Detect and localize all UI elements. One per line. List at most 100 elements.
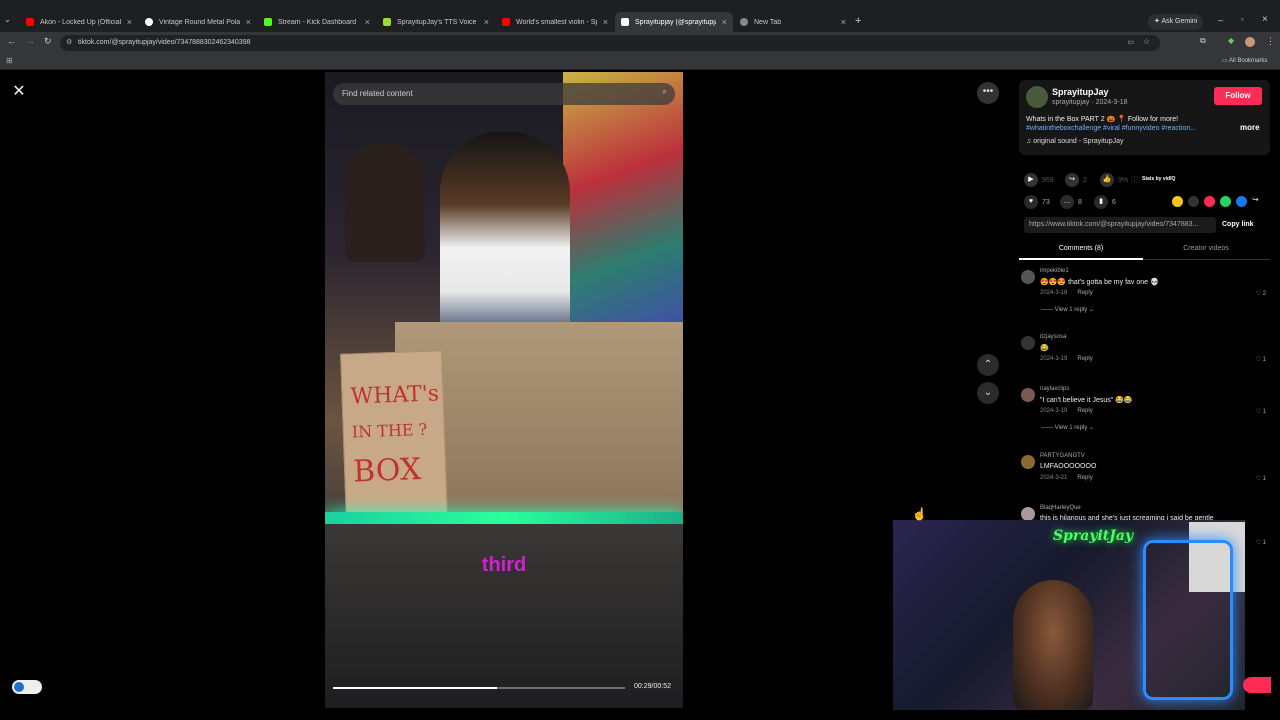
close-icon[interactable]: ✕ xyxy=(9,82,29,102)
next-video-icon[interactable]: ⌄ xyxy=(977,382,999,404)
share-friends-icon[interactable] xyxy=(1204,196,1215,207)
comment-like[interactable]: ♡ 2 xyxy=(1256,290,1266,297)
comment-like[interactable]: ♡ 1 xyxy=(1256,539,1266,546)
new-tab-button[interactable]: + xyxy=(855,15,861,27)
menu-icon[interactable]: ⋮ xyxy=(1266,36,1275,47)
video-player[interactable]: WHAT's IN THE ? BOX third xyxy=(325,72,683,708)
close-tab-icon[interactable]: × xyxy=(484,17,489,27)
search-icon[interactable]: ⌕ xyxy=(663,87,667,97)
reply-button[interactable]: Reply xyxy=(1077,356,1092,362)
omnibox[interactable]: ⚙ tiktok.com/@sprayitupjay/video/7347888… xyxy=(60,35,1160,51)
commenter-avatar[interactable] xyxy=(1021,336,1035,350)
sign-line: IN THE ? xyxy=(351,419,428,442)
heart-outline-icon: ♡ xyxy=(1255,357,1263,363)
sound-link[interactable]: ♫ original sound - SprayitupJay xyxy=(1026,138,1123,145)
share-repost-icon[interactable] xyxy=(1172,196,1183,207)
forward-icon[interactable]: → xyxy=(26,36,35,46)
browser-tab[interactable]: Stream - Kick Dashboard × xyxy=(258,12,376,32)
minimize-icon[interactable]: – xyxy=(1218,15,1223,25)
reply-button[interactable]: Reply xyxy=(1077,408,1092,414)
share-embed-icon[interactable] xyxy=(1188,196,1199,207)
cast-icon[interactable]: ▭ xyxy=(1127,38,1134,46)
comment-username[interactable]: PARTYGANGTV xyxy=(1040,453,1085,459)
restore-icon[interactable]: ▫ xyxy=(1241,15,1244,24)
close-tab-icon[interactable]: × xyxy=(841,17,846,27)
play-icon: ▶ xyxy=(1024,173,1038,187)
reload-icon[interactable]: ↻ xyxy=(44,36,52,47)
comment-item: itzjaysosa 😂 2024-3-19 Reply ♡ 1 xyxy=(1019,334,1270,374)
comment-button[interactable]: … 8 xyxy=(1060,195,1082,209)
tab-comments[interactable]: Comments (8) xyxy=(1019,245,1143,252)
commenter-avatar[interactable] xyxy=(1021,455,1035,469)
ask-gemini-button[interactable]: ✦ Ask Gemini xyxy=(1148,14,1204,30)
comment-text: "I can't believe it Jesus" 😂😂 xyxy=(1040,397,1133,404)
like-button[interactable]: ♥ 73 xyxy=(1024,195,1050,209)
comment-like[interactable]: ♡ 1 xyxy=(1256,475,1266,482)
browser-tab[interactable]: Vintage Round Metal Polarized × xyxy=(139,12,257,32)
related-search-input[interactable]: Find related content ⌕ xyxy=(333,83,675,105)
close-tab-icon[interactable]: × xyxy=(246,17,251,27)
creator-handle-date: sprayitupjay · 2024-3-18 xyxy=(1052,99,1128,106)
browser-tab[interactable]: SprayitupJay's TTS Voice List | K × xyxy=(377,12,495,32)
scroll-to-top-button[interactable] xyxy=(1243,677,1271,693)
back-icon[interactable]: ← xyxy=(7,36,16,46)
video-link-field[interactable]: https://www.tiktok.com/@sprayitupjay/vid… xyxy=(1024,217,1216,233)
thumbs-up-icon: 👍 xyxy=(1100,173,1114,187)
browser-tab[interactable]: Akon - Locked Up (Official Mu × xyxy=(20,12,138,32)
toggle-knob xyxy=(14,682,24,692)
share-whatsapp-icon[interactable] xyxy=(1220,196,1231,207)
view-replies-label: View 1 reply xyxy=(1054,425,1088,431)
comment-like[interactable]: ♡ 1 xyxy=(1256,356,1266,363)
tab-creator-videos[interactable]: Creator videos xyxy=(1144,245,1268,252)
previous-video-icon[interactable]: ⌃ xyxy=(977,354,999,376)
browser-tab-active[interactable]: Sprayitupjay (@sprayitupja × xyxy=(615,12,733,32)
reply-button[interactable]: Reply xyxy=(1077,475,1092,481)
copy-link-button[interactable]: Copy link xyxy=(1222,221,1254,228)
comment-item: impekible1 😍😍😍 that's gotta be my fav on… xyxy=(1019,268,1270,328)
more-options-icon[interactable]: ••• xyxy=(977,82,999,104)
tab-list-dropdown-icon[interactable]: ⌄ xyxy=(4,15,11,24)
apps-grid-icon[interactable]: ⊞ xyxy=(6,56,13,65)
view-replies[interactable]: —— View 1 reply ⌄ xyxy=(1041,424,1094,431)
close-window-icon[interactable]: × xyxy=(1262,14,1268,25)
stats-by-vidiq[interactable]: Stats by vidIQ xyxy=(1142,176,1175,182)
comment-username[interactable]: impekible1 xyxy=(1040,268,1069,274)
commenter-avatar[interactable] xyxy=(1021,270,1035,284)
comment-username[interactable]: naylaxclips xyxy=(1040,386,1069,392)
comment-like[interactable]: ♡ 1 xyxy=(1256,408,1266,415)
creator-avatar[interactable] xyxy=(1026,86,1048,108)
commenter-avatar[interactable] xyxy=(1021,388,1035,402)
extension-icon[interactable]: ◆ xyxy=(1228,36,1234,45)
share-facebook-icon[interactable] xyxy=(1236,196,1247,207)
follow-button[interactable]: Follow xyxy=(1214,87,1262,105)
commenter-avatar[interactable] xyxy=(1021,507,1035,521)
accessibility-toggle[interactable] xyxy=(12,680,42,694)
bookmark-star-icon[interactable]: ☆ xyxy=(1143,37,1150,46)
close-tab-icon[interactable]: × xyxy=(127,17,132,27)
close-tab-icon[interactable]: × xyxy=(365,17,370,27)
site-info-icon[interactable]: ⚙ xyxy=(66,38,72,46)
extensions-icon[interactable]: ⧉ xyxy=(1200,36,1206,46)
comment-item: naylaxclips "I can't believe it Jesus" 😂… xyxy=(1019,386,1270,446)
browser-tab[interactable]: World's smallest violin - Spong × xyxy=(496,12,614,32)
share-more-icon[interactable]: ↪ xyxy=(1252,195,1259,204)
video-progress-bar[interactable] xyxy=(333,687,625,689)
profile-avatar[interactable] xyxy=(1245,37,1255,47)
hashtags[interactable]: #whatintheboxchallenge #viral #funnyvide… xyxy=(1026,124,1226,133)
close-tab-icon[interactable]: × xyxy=(722,17,727,27)
more-link[interactable]: more xyxy=(1240,123,1260,132)
youtube-favicon-icon xyxy=(502,18,510,26)
comment-username[interactable]: BlaqHarleyQue xyxy=(1040,505,1081,511)
browser-tab[interactable]: New Tab × xyxy=(734,12,852,32)
view-replies[interactable]: —— View 1 reply ⌄ xyxy=(1041,306,1094,313)
shares-count: 2 xyxy=(1083,176,1087,184)
progress-fill xyxy=(333,687,497,689)
stats-by-label: Stats by vidIQ xyxy=(1142,176,1176,182)
save-button[interactable]: ▮ 6 xyxy=(1094,195,1116,209)
youtube-favicon-icon xyxy=(26,18,34,26)
creator-name[interactable]: SprayitupJay xyxy=(1052,87,1109,97)
reply-button[interactable]: Reply xyxy=(1077,290,1092,296)
all-bookmarks[interactable]: ▭ All Bookmarks xyxy=(1222,57,1267,64)
close-tab-icon[interactable]: × xyxy=(603,17,608,27)
comment-username[interactable]: itzjaysosa xyxy=(1040,334,1066,340)
